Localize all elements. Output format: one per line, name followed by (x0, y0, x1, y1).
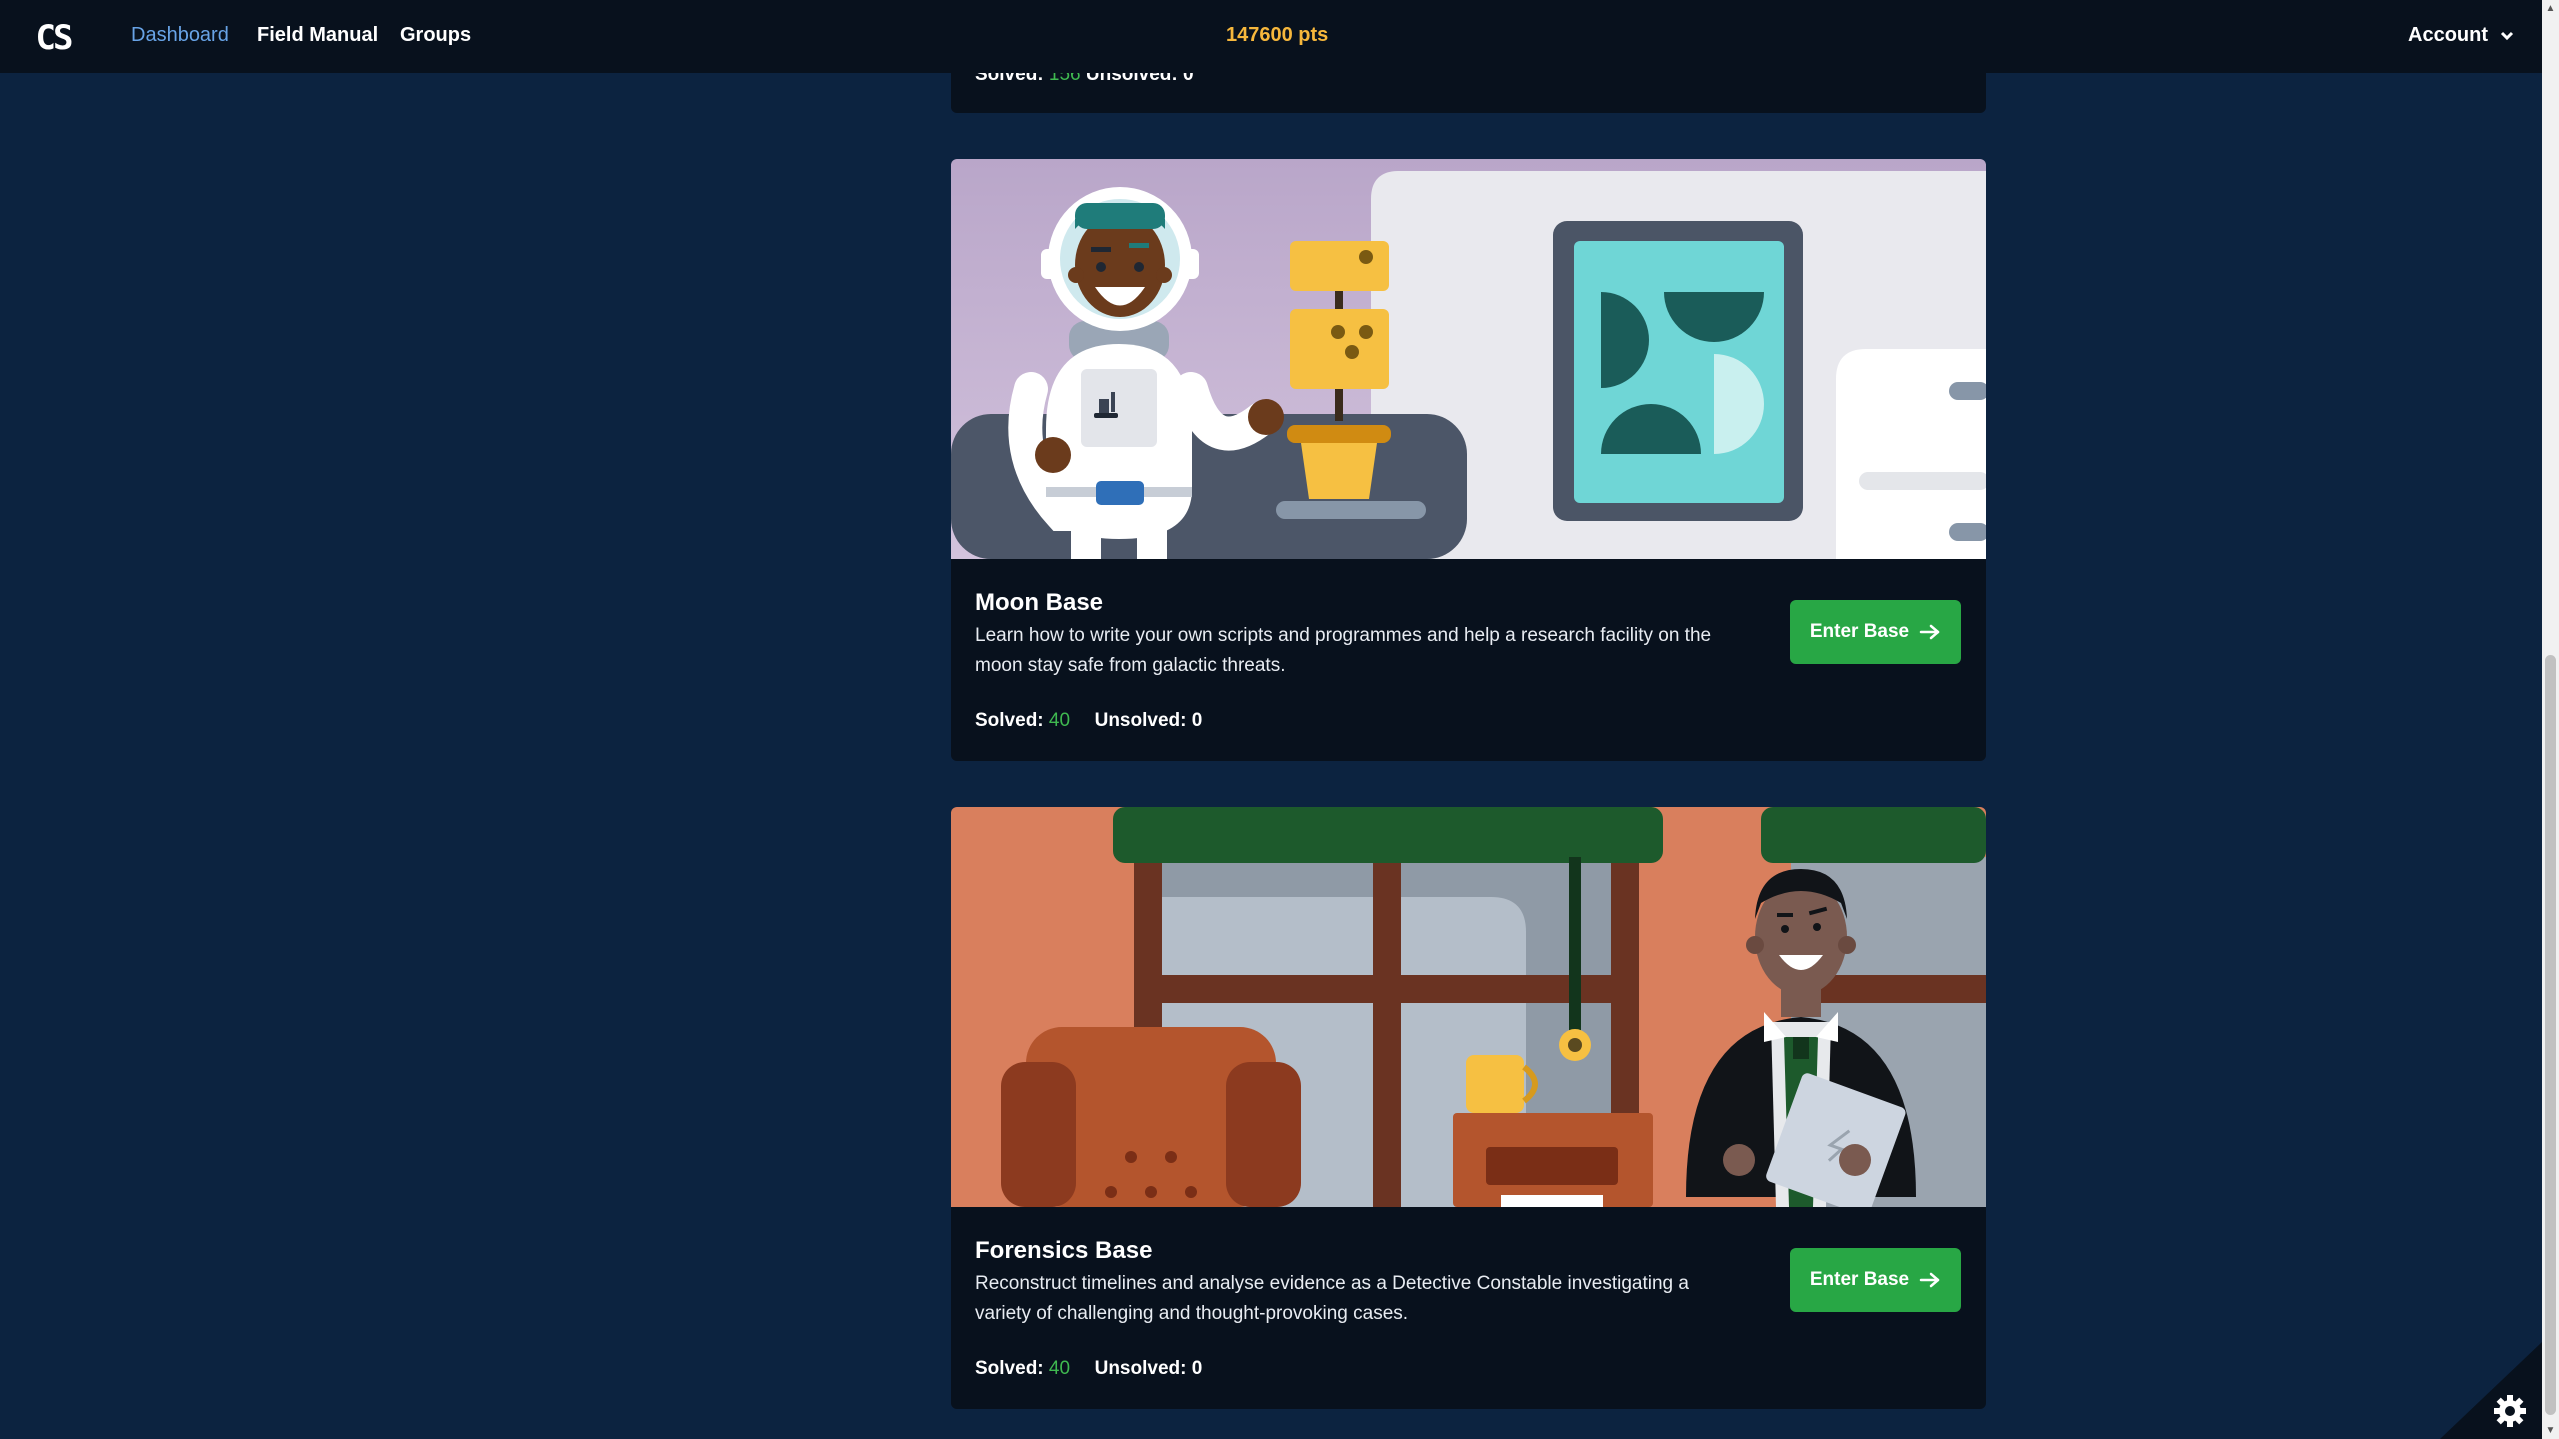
arrow-right-icon (1919, 624, 1940, 640)
cs-logo-icon[interactable]: CS (33, 16, 73, 56)
nav-link-dashboard[interactable]: Dashboard (131, 24, 229, 47)
forensics-base-illustration (951, 807, 1986, 1207)
chevron-down-icon (2500, 31, 2513, 40)
account-label: Account (2408, 24, 2488, 46)
unsolved-count: 0 (1191, 1358, 1203, 1379)
card-stats: Solved: 40 Unsolved: 0 (975, 1358, 1202, 1380)
scroll-down-arrow-icon[interactable]: ▼ (2542, 1422, 2559, 1439)
enter-base-label: Enter Base (1809, 1269, 1910, 1290)
svg-text:CS: CS (36, 18, 72, 56)
card-title: Moon Base (975, 589, 1104, 616)
scrollbar[interactable]: ▲ ▼ (2542, 0, 2559, 1439)
solved-count: 40 (1048, 710, 1071, 731)
card-title: Forensics Base (975, 1237, 1153, 1264)
enter-base-button[interactable]: Enter Base (1790, 600, 1961, 664)
gear-icon (2494, 1395, 2526, 1427)
settings-corner-button[interactable] (2440, 1342, 2542, 1439)
solved-count: 40 (1048, 1358, 1071, 1379)
top-nav: CS Dashboard Field Manual Groups 147600 … (0, 0, 2542, 73)
points-display: 147600 pts (1226, 24, 1329, 46)
solved-label: Solved: (975, 1358, 1044, 1379)
nav-link-groups[interactable]: Groups (400, 24, 471, 47)
card-description: Reconstruct timelines and analyse eviden… (975, 1273, 1689, 1324)
unsolved-label: Unsolved: (1094, 1358, 1187, 1379)
unsolved-count: 0 (1191, 710, 1203, 731)
unsolved-label: Unsolved: (1094, 710, 1187, 731)
enter-base-label: Enter Base (1809, 621, 1910, 642)
arrow-right-icon (1919, 1272, 1940, 1288)
account-menu[interactable]: Account (2408, 24, 2514, 47)
card-stats: Solved: 40 Unsolved: 0 (975, 710, 1202, 732)
enter-base-button[interactable]: Enter Base (1790, 1248, 1961, 1312)
base-card-forensics: Forensics Base Reconstruct timelines and… (951, 807, 1986, 1409)
scroll-up-arrow-icon[interactable]: ▲ (2542, 0, 2559, 17)
moon-base-illustration (951, 159, 1986, 559)
scrollbar-thumb[interactable] (2545, 655, 2556, 1415)
card-description: Learn how to write your own scripts and … (975, 625, 1712, 676)
base-card-moon: Moon Base Learn how to write your own sc… (951, 159, 1986, 761)
solved-label: Solved: (975, 710, 1044, 731)
nav-link-field-manual[interactable]: Field Manual (257, 24, 378, 47)
